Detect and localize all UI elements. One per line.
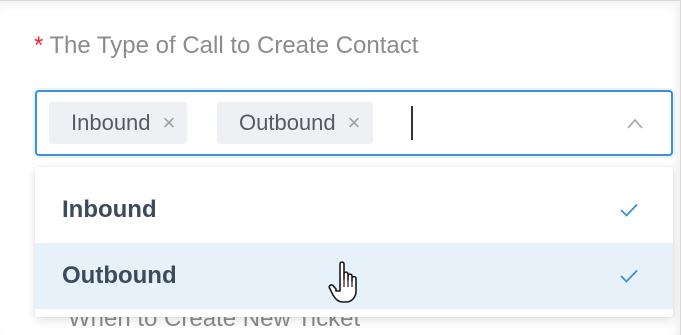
call-type-multiselect[interactable]: Inbound × Outbound × [35, 90, 673, 156]
close-icon[interactable]: × [163, 110, 176, 136]
required-asterisk: * [34, 32, 44, 59]
tag-label: Inbound [71, 110, 151, 135]
tag-label: Outbound [239, 110, 336, 135]
field-label-text: The Type of Call to Create Contact [49, 32, 419, 59]
option-inbound[interactable]: Inbound [35, 177, 673, 243]
text-caret [411, 106, 413, 140]
hand-pointer-icon [328, 261, 357, 303]
check-icon [620, 203, 638, 217]
close-icon[interactable]: × [348, 110, 361, 136]
tag-inbound: Inbound × [49, 102, 188, 144]
chevron-up-icon[interactable] [627, 116, 643, 132]
tag-outbound: Outbound × [217, 102, 373, 144]
option-label: Inbound [62, 196, 157, 223]
option-label: Outbound [62, 262, 177, 289]
field-label: * The Type of Call to Create Contact [34, 32, 418, 60]
check-icon [620, 269, 638, 283]
